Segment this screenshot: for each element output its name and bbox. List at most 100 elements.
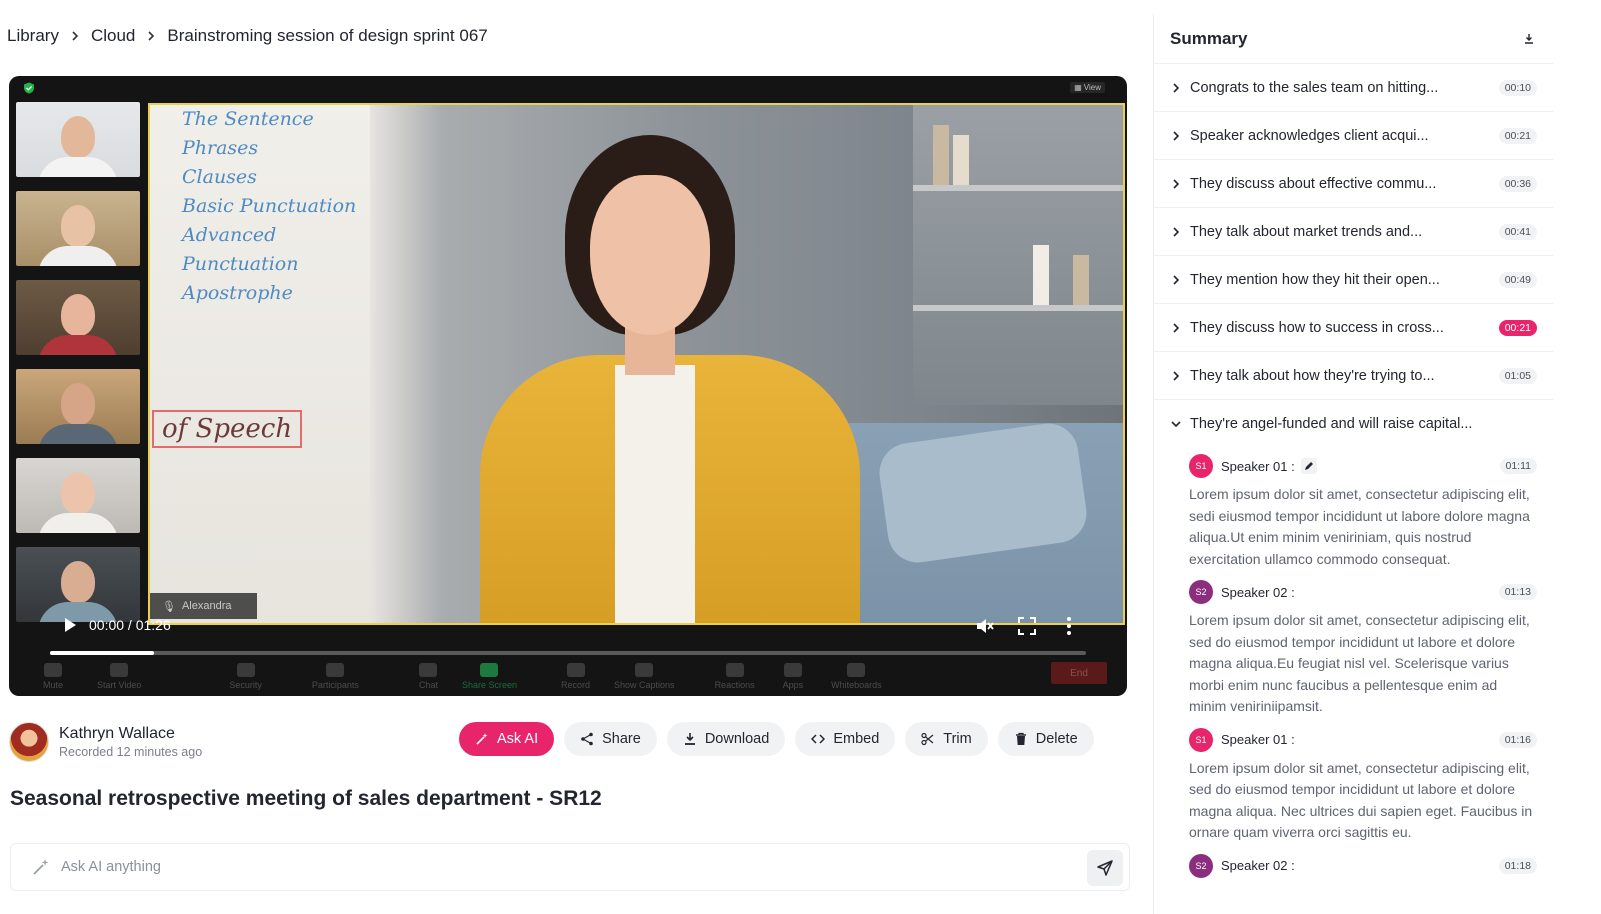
action-buttons: Ask AI Share Download Embed Trim Delete (459, 722, 1094, 756)
toolbar-apps-button[interactable]: Apps (782, 663, 804, 690)
summary-item[interactable]: They talk about how they're trying to...… (1154, 352, 1553, 400)
ask-ai-button[interactable]: Ask AI (459, 722, 555, 756)
transcript-entry: S2 Speaker 02 : 01:18 (1154, 853, 1553, 878)
toolbar-chat-button[interactable]: Chat (419, 663, 438, 690)
toolbar-start-video-button[interactable]: Start Video (97, 663, 141, 690)
fullscreen-icon[interactable] (1017, 616, 1037, 636)
timestamp-badge[interactable]: 00:36 (1498, 175, 1537, 192)
speaker-badge: S1 (1189, 454, 1213, 478)
summary-item-expanded: They're angel-funded and will raise capi… (1154, 400, 1553, 878)
toolbar-label: Mute (43, 680, 64, 690)
speaker-label: Speaker 01 : (1221, 458, 1295, 474)
captions-icon (635, 663, 654, 677)
summary-list: Congrats to the sales team on hitting...… (1154, 64, 1553, 400)
participant-thumbnail[interactable] (16, 280, 140, 355)
speaker-name: Speaker 02 : (1221, 585, 1499, 600)
summary-item[interactable]: They're angel-funded and will raise capi… (1154, 400, 1553, 448)
breadcrumb: Library Cloud Brainstroming session of d… (7, 26, 488, 46)
breadcrumb-cloud[interactable]: Cloud (91, 26, 135, 46)
toolbar-mute-button[interactable]: Mute (43, 663, 63, 690)
send-button[interactable] (1087, 850, 1123, 886)
toolbar-record-button[interactable]: Record (561, 663, 590, 690)
recorded-time: Recorded 12 minutes ago (59, 745, 203, 759)
toolbar-label: Apps (782, 680, 804, 690)
board-speech: of Speech (152, 410, 303, 448)
ask-ai-label: Ask AI (497, 731, 539, 747)
shield-icon (24, 82, 34, 94)
edit-icon[interactable] (1300, 458, 1317, 474)
summary-item[interactable]: Congrats to the sales team on hitting...… (1154, 64, 1553, 112)
view-button[interactable]: ▦ View (1070, 82, 1105, 93)
speaker-name: Speaker 01 : (1221, 458, 1500, 474)
toolbar-label: Start Video (97, 680, 142, 690)
video-player[interactable]: ▦ View The Sentence Phrases Clauses Basic… (9, 76, 1127, 696)
mute-icon[interactable] (975, 616, 995, 636)
share-button[interactable]: Share (564, 722, 657, 756)
chevron-right-icon (1168, 320, 1184, 336)
ask-ai-input[interactable] (61, 859, 1041, 875)
toolbar-label: Show Captions (614, 680, 675, 690)
embed-button[interactable]: Embed (795, 722, 896, 756)
mic-icon: 🎙 (162, 600, 176, 613)
toolbar-label: Share Screen (461, 680, 517, 690)
toolbar-reactions-button[interactable]: Reactions (715, 663, 755, 690)
timestamp-badge[interactable]: 01:05 (1498, 367, 1537, 384)
shield-icon (236, 663, 255, 677)
end-button[interactable]: End (1051, 662, 1107, 684)
timestamp-badge[interactable]: 00:21 (1498, 319, 1537, 336)
speaker-label: Speaker 02 : (1221, 858, 1295, 873)
summary-item[interactable]: They mention how they hit their open... 0… (1154, 256, 1553, 304)
trim-button[interactable]: Trim (905, 722, 988, 756)
participant-thumbnail[interactable] (16, 547, 140, 622)
download-icon[interactable] (1521, 31, 1537, 47)
summary-item[interactable]: They talk about market trends and... 00:4… (1154, 208, 1553, 256)
summary-item-text: They mention how they hit their open... (1190, 271, 1440, 288)
board-line: Apostrophe (182, 282, 293, 304)
active-speaker-video: The Sentence Phrases Clauses Basic Punct… (148, 103, 1125, 625)
participant-thumbnail[interactable] (16, 102, 140, 177)
summary-item-text: Speaker acknowledges client acqui... (1190, 127, 1429, 144)
timestamp-badge[interactable]: 00:49 (1498, 271, 1537, 288)
toolbar-share-screen-button[interactable]: Share Screen (462, 663, 517, 690)
summary-item[interactable]: They discuss about effective commu... 00:… (1154, 160, 1553, 208)
timestamp-badge[interactable]: 00:41 (1498, 223, 1537, 240)
timestamp-badge[interactable]: 01:11 (1499, 458, 1537, 474)
timestamp-badge[interactable]: 01:13 (1498, 584, 1537, 600)
chevron-right-icon (1168, 128, 1184, 144)
toolbar-label: Participants (311, 680, 359, 690)
whiteboard-icon (847, 663, 866, 677)
play-icon[interactable] (61, 616, 79, 634)
view-label: View (1083, 83, 1101, 92)
chevron-right-icon (1168, 272, 1184, 288)
breadcrumb-library[interactable]: Library (7, 26, 59, 46)
delete-button[interactable]: Delete (997, 722, 1094, 756)
toolbar-show-captions-button[interactable]: Show Captions (614, 663, 675, 690)
share-label: Share (602, 731, 641, 747)
summary-item-text: Congrats to the sales team on hitting... (1190, 79, 1439, 96)
transcript-entry: S1 Speaker 01 : 01:11 Lorem ipsum dolor sit… (1154, 454, 1553, 570)
toolbar-security-button[interactable]: Security (229, 663, 262, 690)
more-vertical-icon[interactable] (1059, 616, 1079, 636)
player-controls: 00:00 / 01:26 Mute Start Video Security Par… (9, 614, 1127, 696)
summary-item[interactable]: They discuss how to success in cross... 0… (1154, 304, 1553, 352)
participant-thumbnail[interactable] (16, 369, 140, 444)
toolbar-whiteboards-button[interactable]: Whiteboards (831, 663, 882, 690)
download-button[interactable]: Download (666, 722, 786, 756)
timestamp-badge[interactable]: 01:16 (1498, 731, 1537, 748)
speaker-label: Speaker 01 : (1221, 732, 1295, 747)
owner-name: Kathryn Wallace (59, 725, 175, 742)
timestamp-badge[interactable]: 00:10 (1498, 79, 1537, 96)
speaker-person (480, 135, 860, 623)
participant-thumbnail[interactable] (16, 191, 140, 266)
board-line: Basic Punctuation (182, 195, 357, 217)
summary-item[interactable]: Speaker acknowledges client acqui... 00:2… (1154, 112, 1553, 160)
breadcrumb-current: Brainstroming session of design sprint 0… (167, 26, 488, 45)
avatar (9, 722, 49, 762)
speaker-name: Speaker 01 : (1221, 732, 1499, 747)
participant-thumbnail[interactable] (16, 458, 140, 533)
speaker-name: Speaker 02 : (1221, 858, 1499, 873)
toolbar-participants-button[interactable]: Participants (312, 663, 359, 690)
ask-ai-bar (10, 843, 1130, 891)
timestamp-badge[interactable]: 01:18 (1498, 857, 1537, 874)
timestamp-badge[interactable]: 00:21 (1498, 127, 1537, 144)
